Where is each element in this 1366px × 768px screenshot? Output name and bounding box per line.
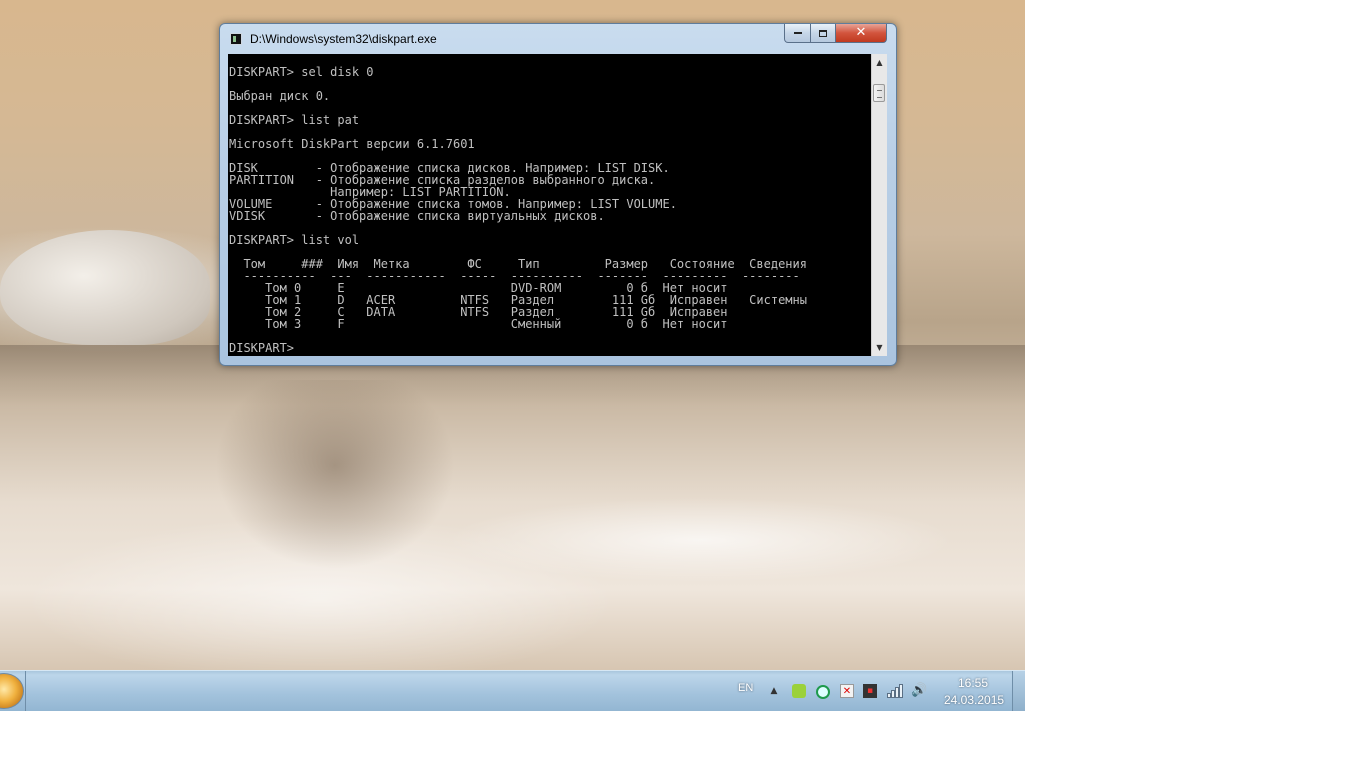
wallpaper-swan-reflection bbox=[215, 380, 455, 570]
tray-app-icon[interactable] bbox=[792, 684, 806, 698]
network-signal-icon[interactable] bbox=[887, 684, 903, 698]
vertical-scrollbar[interactable]: ▲ ▼ bbox=[871, 54, 887, 356]
maximize-icon bbox=[819, 29, 827, 37]
scroll-down-arrow-icon[interactable]: ▼ bbox=[872, 339, 887, 356]
console-line: DISKPART> sel disk 0 bbox=[229, 65, 374, 79]
taskbar-divider bbox=[25, 671, 26, 711]
tray-eye-icon[interactable] bbox=[816, 685, 830, 699]
console-line: Microsoft DiskPart версии 6.1.7601 bbox=[229, 137, 475, 151]
language-indicator[interactable]: EN bbox=[738, 682, 753, 694]
volume-icon[interactable]: 🔊 bbox=[911, 684, 927, 698]
window-title: D:\Windows\system32\diskpart.exe bbox=[250, 32, 437, 46]
clock-time[interactable]: 16:55 bbox=[958, 676, 988, 690]
console-line: VDISK - Отображение списка виртуальных д… bbox=[229, 209, 605, 223]
console-window[interactable]: D:\Windows\system32\diskpart.exe ✕ DISKP… bbox=[219, 23, 897, 366]
minimize-icon bbox=[793, 32, 802, 34]
console-line: Выбран диск 0. bbox=[229, 89, 331, 103]
maximize-button[interactable] bbox=[810, 24, 836, 43]
console-line: DISKPART> list vol bbox=[229, 233, 360, 247]
action-center-flag-icon[interactable]: ✕ bbox=[840, 684, 854, 698]
show-desktop-button[interactable] bbox=[1012, 671, 1025, 711]
close-button[interactable]: ✕ bbox=[835, 24, 887, 43]
clock-date[interactable]: 24.03.2015 bbox=[944, 693, 1004, 707]
console-line: DISKPART> bbox=[229, 341, 302, 355]
start-button[interactable] bbox=[0, 673, 24, 709]
scroll-up-arrow-icon[interactable]: ▲ bbox=[872, 54, 887, 71]
taskbar: EN ▲ ✕ ▪ 🔊 16:55 24.03.2015 bbox=[0, 670, 1025, 711]
console-line: DISKPART> list pat bbox=[229, 113, 360, 127]
close-icon: ✕ bbox=[855, 25, 867, 40]
console-output-area[interactable]: DISKPART> sel disk 0 Выбран диск 0. DISK… bbox=[228, 54, 871, 356]
scroll-thumb[interactable] bbox=[873, 84, 885, 102]
wallpaper-swan bbox=[0, 230, 210, 345]
console-app-icon[interactable] bbox=[230, 33, 242, 45]
minimize-button[interactable] bbox=[784, 24, 811, 43]
console-text: DISKPART> sel disk 0 Выбран диск 0. DISK… bbox=[228, 54, 871, 354]
console-line: Том 3 F Сменный 0 б Нет носит bbox=[229, 317, 728, 331]
show-hidden-icons-arrow-icon[interactable]: ▲ bbox=[767, 684, 781, 698]
tray-device-icon[interactable]: ▪ bbox=[863, 684, 877, 698]
